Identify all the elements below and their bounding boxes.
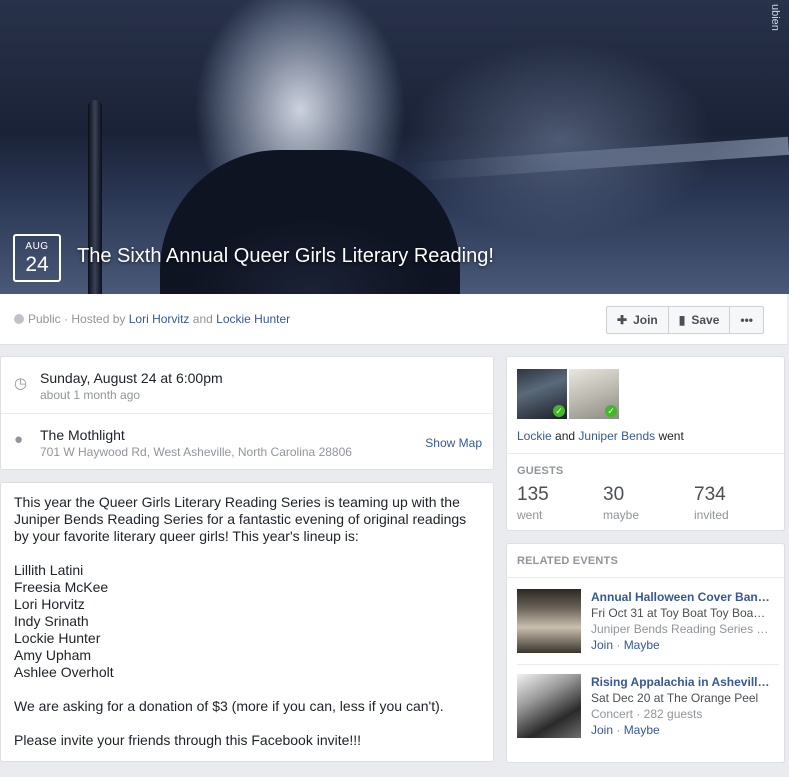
lineup-item: Lori Horvitz	[14, 596, 85, 612]
divider	[507, 577, 784, 578]
event-time-row: ◷ Sunday, August 24 at 6:00pm about 1 mo…	[1, 357, 493, 413]
event-date-badge: AUG 24	[13, 234, 61, 282]
event-thumbnail[interactable]	[517, 589, 581, 653]
donation-text: We are asking for a donation of $3 (more…	[14, 698, 444, 714]
save-button[interactable]: ▮ Save	[668, 306, 731, 334]
went-stat[interactable]: 135 went	[517, 484, 549, 522]
related-event-item: Rising Appalachia in Ashevill… Sat Dec 2…	[517, 674, 779, 740]
cover-photo: ubien AUG 24 The Sixth Annual Queer Girl…	[0, 0, 789, 294]
invited-stat[interactable]: 734 invited	[694, 484, 729, 522]
join-button[interactable]: ✚ Join	[606, 306, 669, 334]
related-event-date: Fri Oct 31 at Toy Boat Toy Boa…	[591, 606, 766, 620]
lineup-item: Lillith Latini	[14, 562, 84, 578]
went-label: went	[517, 508, 543, 522]
map-pin-icon: ●	[14, 431, 24, 448]
event-actions: ✚ Join ▮ Save •••	[606, 306, 764, 334]
event-month: AUG	[25, 241, 49, 252]
maybe-count: 30	[603, 484, 625, 505]
event-location-row: ● The Mothlight 701 W Haywood Rd, West A…	[1, 414, 493, 470]
photo-watermark: ubien	[769, 4, 781, 31]
invited-count: 734	[694, 484, 726, 505]
maybe-label: maybe	[603, 508, 640, 522]
join-icon: ✚	[617, 313, 628, 327]
join-label: Join	[633, 313, 658, 327]
show-map-link[interactable]: Show Map	[425, 436, 482, 450]
related-event-text: Annual Halloween Cover Ban… Fri Oct 31 a…	[591, 589, 779, 653]
when-where-card: ◷ Sunday, August 24 at 6:00pm about 1 mo…	[0, 356, 494, 470]
event-relative-time: about 1 month ago	[40, 388, 141, 402]
friend-link-1[interactable]: Lockie	[517, 429, 552, 443]
more-icon: •••	[740, 313, 753, 327]
invite-text: Please invite your friends through this …	[14, 732, 362, 748]
lineup-item: Freesia McKee	[14, 579, 109, 595]
related-event-text: Rising Appalachia in Ashevill… Sat Dec 2…	[591, 674, 779, 738]
save-label: Save	[691, 313, 720, 327]
went-count: 135	[517, 484, 549, 505]
friends-avatars: ✓ ✓	[517, 369, 619, 419]
hosted-by-label: · Hosted by	[64, 312, 126, 326]
lineup-item: Ashlee Overholt	[14, 664, 114, 680]
maybe-link[interactable]: Maybe	[624, 723, 660, 737]
friends-went-text: Lockie and Juniper Bends went	[517, 429, 684, 443]
related-events-heading: RELATED EVENTS	[517, 555, 618, 567]
lineup-list: Lillith Latini Freesia McKee Lori Horvit…	[14, 562, 480, 681]
globe-icon	[14, 314, 24, 324]
join-link[interactable]: Join	[591, 638, 613, 652]
guests-card: ✓ ✓ Lockie and Juniper Bends went GUESTS…	[506, 356, 785, 531]
join-link[interactable]: Join	[591, 723, 613, 737]
event-description-card: This year the Queer Girls Literary Readi…	[0, 482, 494, 762]
venue-name[interactable]: The Mothlight	[40, 427, 125, 443]
related-event-date: Sat Dec 20 at The Orange Peel	[591, 691, 759, 705]
check-icon: ✓	[553, 405, 565, 417]
related-event-title[interactable]: Rising Appalachia in Ashevill…	[591, 674, 779, 690]
event-info-bar: Public · Hosted by Lori Horvitz and Lock…	[0, 294, 787, 345]
venue-address: 701 W Haywood Rd, West Asheville, North …	[40, 445, 352, 459]
privacy-label: Public	[28, 312, 61, 326]
check-icon: ✓	[605, 405, 617, 417]
related-event-actions: Join · Maybe	[591, 723, 660, 737]
went-suffix: went	[658, 429, 684, 443]
and-text: and	[555, 429, 576, 443]
event-thumbnail[interactable]	[517, 674, 581, 738]
related-event-host: Juniper Bends Reading Series …	[591, 622, 769, 636]
related-event-title[interactable]: Annual Halloween Cover Ban…	[591, 589, 779, 605]
related-event-item: Annual Halloween Cover Ban… Fri Oct 31 a…	[517, 589, 779, 655]
host-link-1[interactable]: Lori Horvitz	[129, 312, 190, 326]
divider	[507, 453, 784, 454]
avatar[interactable]: ✓	[517, 369, 567, 419]
host-link-2[interactable]: Lockie Hunter	[216, 312, 290, 326]
related-event-host: Concert · 282 guests	[591, 707, 703, 721]
lineup-item: Lockie Hunter	[14, 630, 101, 646]
related-event-actions: Join · Maybe	[591, 638, 660, 652]
maybe-link[interactable]: Maybe	[624, 638, 660, 652]
related-events-card: RELATED EVENTS Annual Halloween Cover Ba…	[506, 543, 785, 763]
guests-heading: GUESTS	[517, 465, 564, 477]
lineup-item: Amy Upham	[14, 647, 92, 663]
stage-light	[408, 136, 789, 182]
maybe-stat[interactable]: 30 maybe	[603, 484, 639, 522]
event-description: This year the Queer Girls Literary Readi…	[1, 483, 493, 777]
lineup-item: Indy Srinath	[14, 613, 89, 629]
event-day: 24	[25, 253, 49, 276]
divider	[517, 664, 779, 665]
more-options-button[interactable]: •••	[730, 306, 764, 334]
friend-link-2[interactable]: Juniper Bends	[578, 429, 655, 443]
event-title: The Sixth Annual Queer Girls Literary Re…	[77, 245, 494, 267]
clock-icon: ◷	[14, 375, 28, 392]
invited-label: invited	[694, 508, 729, 522]
description-intro: This year the Queer Girls Literary Readi…	[14, 494, 467, 544]
bookmark-icon: ▮	[678, 313, 686, 327]
event-datetime: Sunday, August 24 at 6:00pm	[40, 370, 223, 386]
and-text: and	[192, 312, 213, 326]
avatar[interactable]: ✓	[569, 369, 619, 419]
event-meta: Public · Hosted by Lori Horvitz and Lock…	[14, 312, 290, 326]
